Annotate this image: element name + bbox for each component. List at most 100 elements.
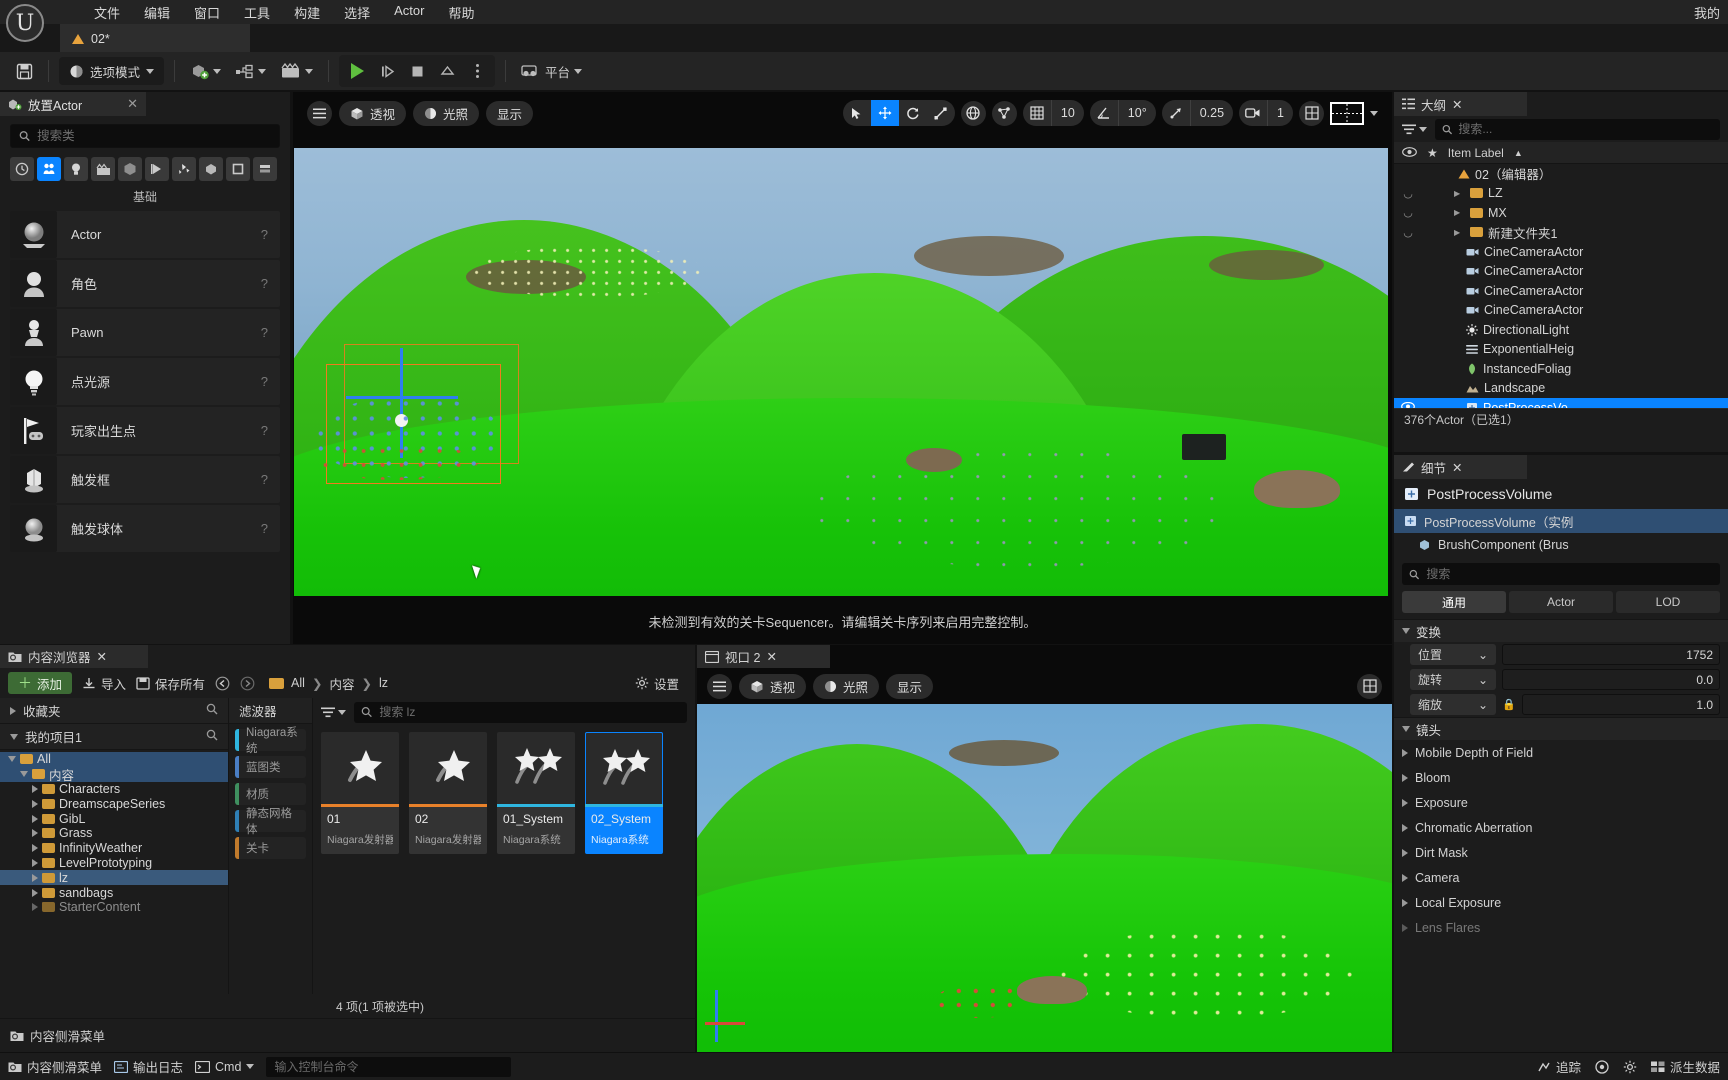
lens-item-local-exposure[interactable]: Local Exposure	[1394, 890, 1728, 915]
menu-file[interactable]: 文件	[82, 0, 132, 25]
details-tab[interactable]: 细节 ✕	[1394, 455, 1527, 479]
actor-item-trigger-box[interactable]: 触发框 ?	[10, 456, 280, 503]
place-actors-search[interactable]	[10, 124, 280, 148]
asset-tile-01[interactable]: 01 Niagara发射器	[321, 732, 399, 854]
actor-item-character[interactable]: 角色 ?	[10, 260, 280, 307]
outliner-tab[interactable]: 大纲 ✕	[1394, 92, 1527, 116]
outliner-row-mx[interactable]: ◡ ▶ MX	[1394, 203, 1728, 223]
content-drawer-status-button[interactable]: 内容侧滑菜单	[8, 1057, 102, 1076]
lens-item-chromatic[interactable]: Chromatic Aberration	[1394, 815, 1728, 840]
outliner-row-camera-2[interactable]: CineCameraActor	[1394, 262, 1728, 282]
chevron-down-icon[interactable]	[1370, 110, 1378, 116]
menu-actor[interactable]: Actor	[382, 0, 436, 25]
viewport-2-scene[interactable]	[697, 704, 1392, 1052]
menu-build[interactable]: 构建	[282, 0, 332, 25]
actor-item-pawn[interactable]: Pawn ?	[10, 309, 280, 356]
add-button[interactable]: ＋ 添加	[8, 672, 73, 694]
hamburger-icon[interactable]	[307, 100, 332, 126]
lens-item-mobile-dof[interactable]: Mobile Depth of Field	[1394, 740, 1728, 765]
scale-snap-group[interactable]: 0.25	[1161, 100, 1234, 126]
breadcrumb-all[interactable]: All	[291, 676, 305, 690]
eye-icon[interactable]	[1394, 401, 1422, 408]
place-actors-tab[interactable]: 放置Actor ✕	[0, 92, 146, 116]
breadcrumb-lz[interactable]: lz	[379, 676, 388, 690]
menu-help[interactable]: 帮助	[436, 0, 486, 25]
visual-effects-icon[interactable]	[118, 157, 142, 181]
viewport-1-scene[interactable]	[294, 148, 1388, 596]
rotation-value[interactable]: 0.0	[1502, 669, 1720, 690]
tab-actor[interactable]: Actor	[1509, 591, 1613, 613]
perspective-button-2[interactable]: 透视	[739, 673, 807, 699]
shapes-icon[interactable]	[226, 157, 250, 181]
actor-item-point-light[interactable]: 点光源 ?	[10, 358, 280, 405]
actor-item-player-start[interactable]: 玩家出生点 ?	[10, 407, 280, 454]
outliner-row-camera-1[interactable]: CineCameraActor	[1394, 242, 1728, 262]
project-header[interactable]: 我的项目1	[0, 724, 228, 750]
platforms-button[interactable]: 平台	[516, 57, 587, 85]
chevron-right-icon[interactable]	[32, 903, 38, 912]
cmd-selector[interactable]: Cmd	[195, 1060, 255, 1074]
lens-item-bloom[interactable]: Bloom	[1394, 765, 1728, 790]
play-button[interactable]	[343, 57, 371, 85]
recent-icon[interactable]	[10, 157, 34, 181]
favorite-column-icon[interactable]: ★	[1427, 146, 1438, 160]
menu-window[interactable]: 窗口	[182, 0, 232, 25]
filter-material[interactable]: 材质	[235, 783, 306, 805]
viewport-2-tab[interactable]: 视口 2 ✕	[697, 645, 830, 668]
chevron-right-icon[interactable]: ▶	[1454, 228, 1465, 237]
content-drawer-button[interactable]: 内容侧滑菜单	[10, 1026, 105, 1045]
derived-data-button[interactable]: 派生数据	[1650, 1057, 1720, 1076]
cinematics-button[interactable]	[275, 57, 318, 85]
chevron-right-icon[interactable]	[32, 799, 38, 808]
close-icon[interactable]: ✕	[1452, 460, 1462, 475]
all-classes-icon[interactable]	[199, 157, 223, 181]
blueprints-button[interactable]	[230, 57, 271, 85]
outliner-search-input[interactable]	[1458, 122, 1713, 136]
viewport-layout-icon[interactable]	[1299, 100, 1324, 126]
angle-snap-value[interactable]: 10°	[1117, 100, 1156, 126]
tree-node-sandbags[interactable]: sandbags	[0, 885, 228, 900]
asset-search[interactable]	[354, 701, 687, 723]
show-button-2[interactable]: 显示	[886, 673, 934, 699]
eject-button[interactable]	[433, 57, 461, 85]
favorites-header[interactable]: 收藏夹	[0, 698, 228, 724]
scale-label[interactable]: 缩放 ⌄	[1410, 694, 1496, 715]
chevron-right-icon[interactable]: ▶	[1454, 189, 1465, 198]
lens-item-exposure[interactable]: Exposure	[1394, 790, 1728, 815]
volumes-icon[interactable]	[172, 157, 196, 181]
scale-snap-icon[interactable]	[1162, 100, 1190, 126]
outliner-row-foliage[interactable]: InstancedFoliag	[1394, 359, 1728, 379]
actor-item-trigger-sphere[interactable]: 触发球体 ?	[10, 505, 280, 552]
outliner-row-lz[interactable]: ◡ ▶ LZ	[1394, 184, 1728, 204]
help-icon[interactable]: ?	[261, 472, 268, 487]
lens-item-lens-flares[interactable]: Lens Flares	[1394, 915, 1728, 940]
account-label[interactable]: 我的	[1694, 3, 1720, 22]
rotation-label[interactable]: 旋转 ⌄	[1410, 669, 1496, 690]
tree-node-content[interactable]: 内容	[0, 766, 228, 783]
scale-value[interactable]: 1.0	[1521, 694, 1720, 715]
cinematic-icon[interactable]	[91, 157, 115, 181]
console-input[interactable]	[274, 1059, 504, 1074]
eye-closed-icon[interactable]: ◡	[1394, 187, 1422, 200]
chevron-right-icon[interactable]	[32, 873, 38, 882]
outliner-row-postprocess[interactable]: PostProcessVo	[1394, 398, 1728, 408]
asset-tile-02[interactable]: 02 Niagara发射器	[409, 732, 487, 854]
lights-icon[interactable]	[64, 157, 88, 181]
lighting-button-2[interactable]: 光照	[813, 673, 880, 699]
chevron-down-icon[interactable]	[8, 756, 16, 763]
tree-node-levelprototyping[interactable]: LevelPrototyping	[0, 856, 228, 871]
lock-icon[interactable]: 🔒	[1502, 698, 1516, 711]
console-input-wrap[interactable]	[266, 1056, 512, 1077]
chevron-right-icon[interactable]	[32, 784, 38, 793]
select-icon[interactable]	[843, 100, 871, 126]
tree-node-lz[interactable]: lz	[0, 870, 228, 886]
search-icon[interactable]	[206, 729, 218, 744]
show-button[interactable]: 显示	[486, 100, 534, 126]
grid-snap-group[interactable]: 10	[1022, 100, 1084, 126]
lighting-button[interactable]: 光照	[413, 100, 480, 126]
close-icon[interactable]: ✕	[1452, 97, 1462, 112]
outliner-row-camera-3[interactable]: CineCameraActor	[1394, 281, 1728, 301]
asset-tile-01-system[interactable]: 01_System Niagara系统	[497, 732, 575, 854]
mode-selector[interactable]: 选项模式	[59, 57, 165, 85]
tree-node-grass[interactable]: Grass	[0, 826, 228, 841]
